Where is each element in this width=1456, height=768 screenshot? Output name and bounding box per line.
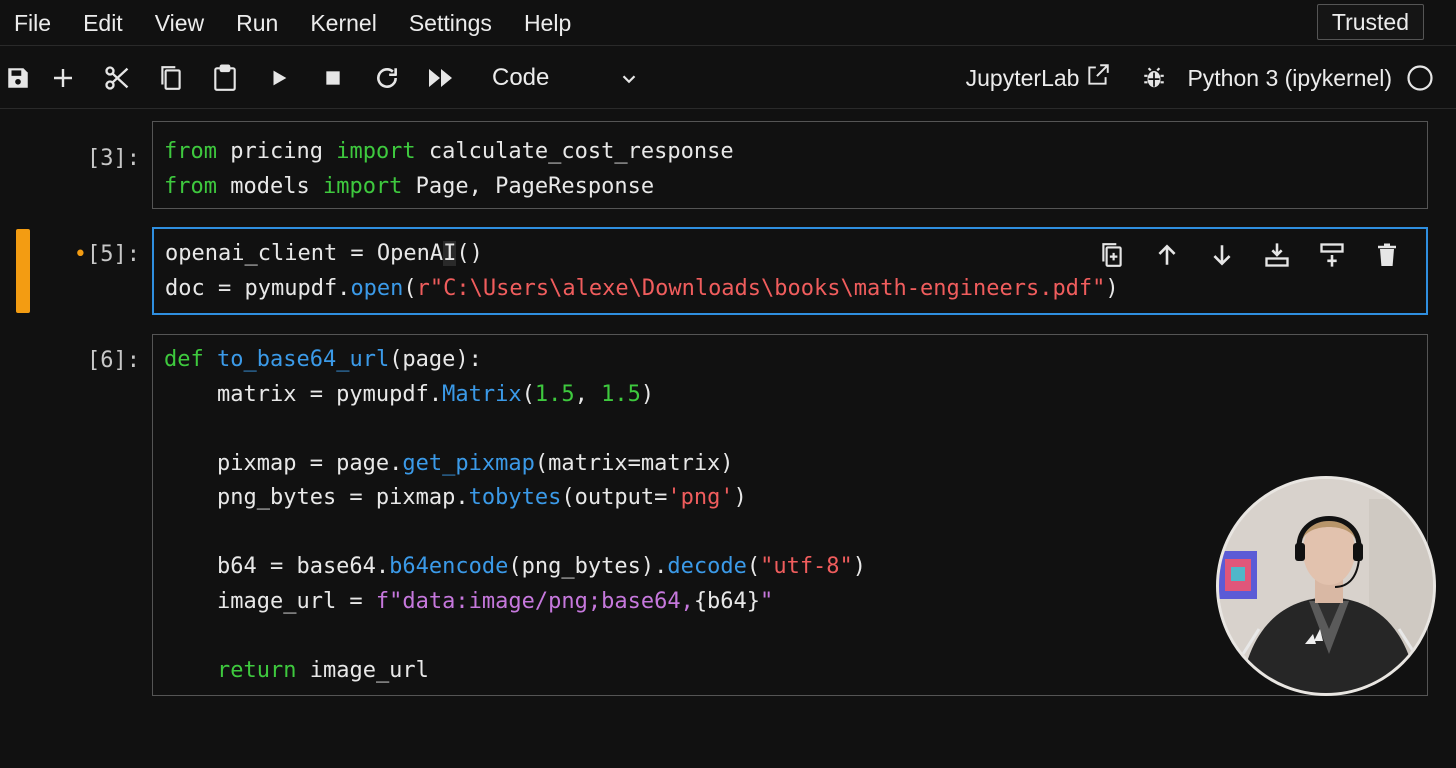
move-cell-up-button[interactable]	[1139, 235, 1194, 275]
copy-icon	[161, 65, 181, 90]
presenter-webcam-icon	[1219, 479, 1433, 693]
floppy-disk-icon	[8, 67, 28, 88]
code-cell-active[interactable]: •[5]: openai_client = OpenAI() doc = pym…	[0, 227, 1456, 315]
insert-cell-below-button[interactable]	[1304, 235, 1359, 275]
restart-button[interactable]	[360, 54, 414, 102]
restart-run-all-button[interactable]	[414, 54, 468, 102]
duplicate-icon	[1101, 243, 1122, 267]
input-prompt: [3]:	[87, 146, 140, 171]
jupyterlab-window: File Edit View Run Kernel Settings Help …	[0, 0, 1456, 768]
jupyterlab-label: JupyterLab	[965, 64, 1080, 91]
external-link-icon	[1088, 64, 1110, 85]
notebook-panel[interactable]: [3]: from pricing import calculate_cost_…	[0, 110, 1456, 768]
modified-marker: •	[73, 242, 88, 267]
arrow-down-icon	[1212, 245, 1231, 266]
delete-cell-button[interactable]	[1359, 235, 1414, 275]
run-button[interactable]	[252, 54, 306, 102]
menu-edit[interactable]: Edit	[67, 0, 139, 46]
fast-forward-icon	[429, 68, 452, 87]
toolbar-right: JupyterLab Python 3 (ipykernel)	[966, 47, 1434, 109]
menu-view[interactable]: View	[139, 0, 220, 46]
circle-idle-icon	[1407, 65, 1433, 91]
insert-cell-above-button[interactable]	[1249, 235, 1304, 275]
move-cell-down-button[interactable]	[1194, 235, 1249, 275]
play-icon	[273, 70, 287, 85]
insert-above-icon	[1264, 243, 1289, 267]
input-prompt: [6]:	[87, 348, 140, 373]
paste-button[interactable]	[198, 54, 252, 102]
menu-help[interactable]: Help	[508, 0, 587, 46]
clipboard-icon	[214, 64, 236, 91]
arrow-up-icon	[1157, 244, 1176, 265]
code-text[interactable]: from pricing import calculate_cost_respo…	[153, 122, 1427, 204]
duplicate-cell-button[interactable]	[1084, 235, 1139, 275]
kernel-status-indicator	[1406, 64, 1434, 92]
menu-file[interactable]: File	[0, 0, 67, 46]
kernel-name[interactable]: Python 3 (ipykernel)	[1187, 65, 1392, 92]
cell-type-select[interactable]: Code	[482, 56, 652, 100]
presenter-webcam	[1216, 476, 1436, 696]
cell-toolbar	[1084, 235, 1414, 275]
cell-editor[interactable]: openai_client = OpenAI() doc = pymupdf.o…	[152, 227, 1428, 315]
menu-settings[interactable]: Settings	[393, 0, 508, 46]
refresh-icon	[377, 67, 397, 88]
insert-cell-button[interactable]	[36, 54, 90, 102]
open-jupyterlab-link[interactable]: JupyterLab	[965, 64, 1112, 92]
code-cell[interactable]: [3]: from pricing import calculate_cost_…	[0, 121, 1456, 209]
input-prompt-label: [5]:	[87, 242, 140, 267]
bug-icon	[1144, 67, 1165, 88]
input-prompt: •[5]:	[74, 242, 140, 267]
debugger-button[interactable]	[1141, 65, 1167, 91]
cell-editor[interactable]: from pricing import calculate_cost_respo…	[152, 121, 1428, 209]
menu-kernel[interactable]: Kernel	[294, 0, 392, 46]
cut-button[interactable]	[90, 54, 144, 102]
scissors-icon	[105, 65, 129, 90]
copy-button[interactable]	[144, 54, 198, 102]
plus-icon	[54, 68, 72, 87]
cell-type-value: Code	[492, 63, 550, 91]
notebook-toolbar: Code JupyterLab Python 3 (ipykernel)	[0, 47, 1456, 109]
menu-run[interactable]: Run	[220, 0, 294, 46]
trusted-button[interactable]: Trusted	[1316, 4, 1424, 40]
save-button[interactable]	[0, 54, 36, 102]
stop-icon	[326, 70, 340, 85]
menu-bar: File Edit View Run Kernel Settings Help …	[0, 0, 1456, 46]
insert-below-icon	[1319, 243, 1344, 267]
interrupt-button[interactable]	[306, 54, 360, 102]
trash-icon	[1377, 243, 1396, 266]
chevron-down-icon	[622, 74, 636, 83]
cell-collapser[interactable]	[16, 229, 30, 313]
